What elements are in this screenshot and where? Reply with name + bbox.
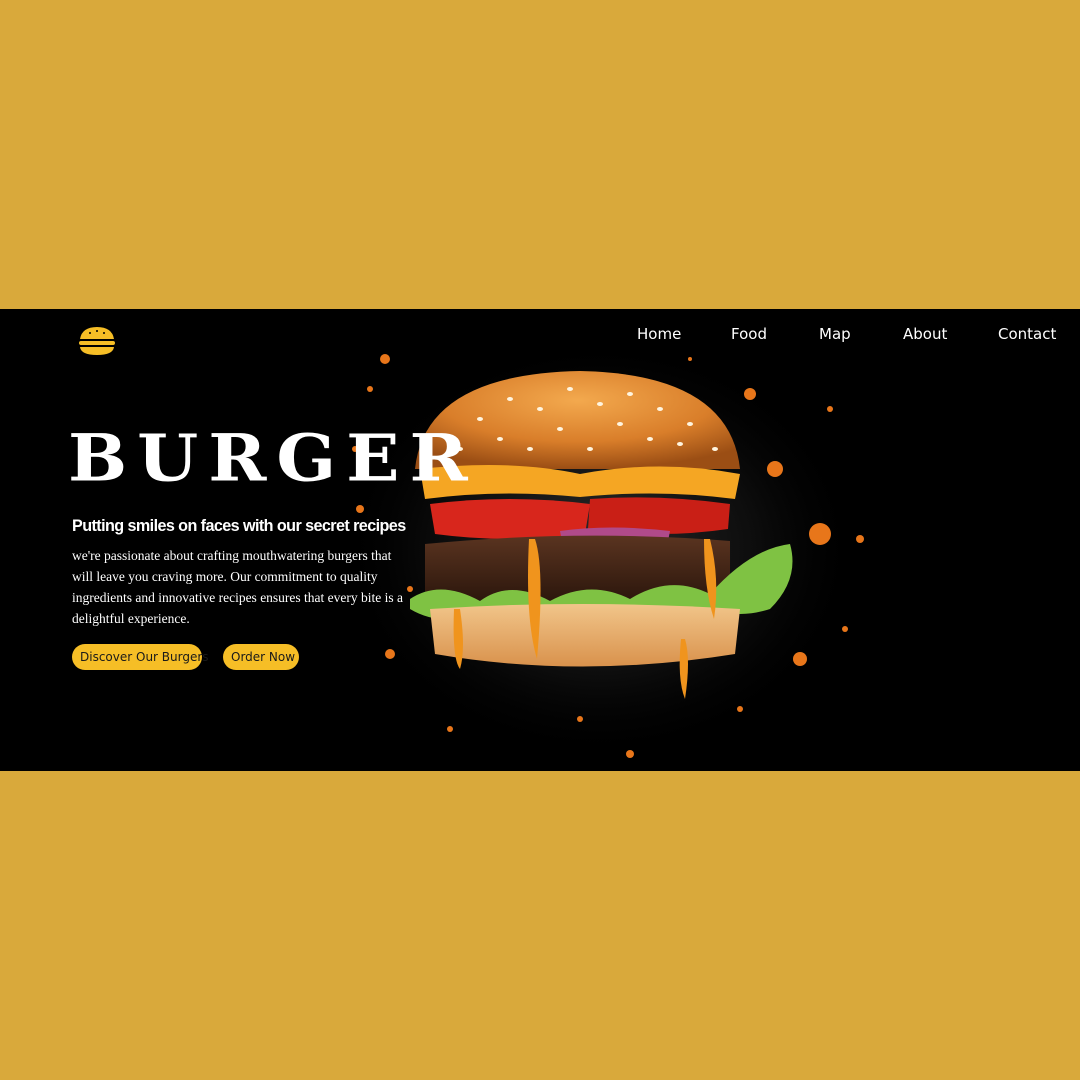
hero-description: we're passionate about crafting mouthwat… <box>72 548 404 626</box>
main-nav: Home Food Map About Contact <box>0 325 1080 345</box>
nav-food[interactable]: Food <box>731 325 767 343</box>
order-now-button[interactable]: Order Now <box>223 644 299 670</box>
discover-burgers-button[interactable]: Discover Our Burgers <box>72 644 209 670</box>
nav-map[interactable]: Map <box>819 325 851 343</box>
hero-subtitle: Putting smiles on faces with our secret … <box>72 517 406 535</box>
nav-about[interactable]: About <box>903 325 947 343</box>
nav-home[interactable]: Home <box>637 325 681 343</box>
hero-section: Home Food Map About Contact BURGER Putti… <box>0 309 1080 771</box>
burger-image <box>340 339 864 759</box>
hero-title: BURGER <box>68 419 478 497</box>
nav-contact[interactable]: Contact <box>998 325 1056 343</box>
